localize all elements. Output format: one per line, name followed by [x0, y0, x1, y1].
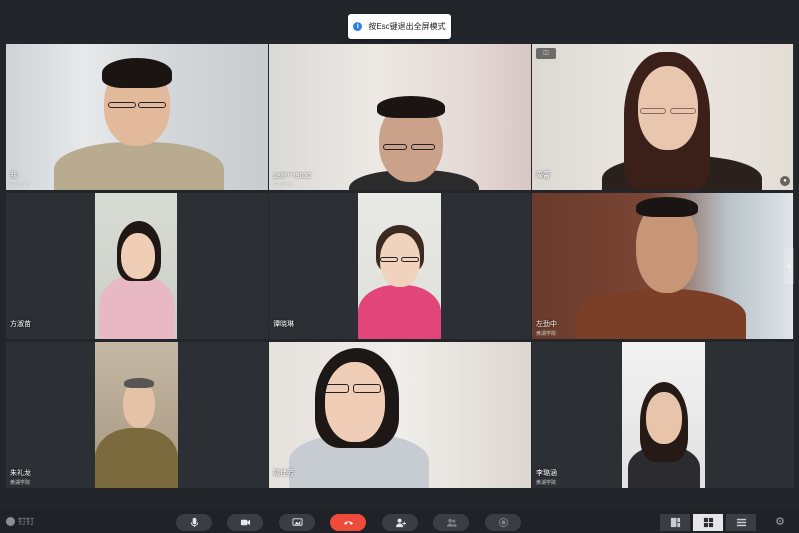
hang-up-button[interactable] [330, 514, 366, 531]
hang-up-icon [343, 521, 353, 525]
participant-name: 周蕾 [536, 172, 550, 179]
participant-name: 朱礼龙 [10, 470, 31, 477]
toast-text: 按Esc键退出全屏模式 [368, 22, 446, 31]
participant-org: 黄湖学院 [536, 331, 557, 337]
participant-tile[interactable]: 谭晓琳 [269, 193, 531, 339]
grid-layout-button[interactable] [693, 514, 723, 531]
video-feed [6, 44, 268, 190]
participant-tile[interactable]: 189****9030 黄湖学院 [269, 44, 531, 190]
video-feed [532, 44, 793, 190]
dingtalk-icon [6, 517, 15, 526]
brand-logo: 钉钉 [6, 516, 34, 527]
participant-org: 黄湖学院 [10, 182, 31, 188]
grid-layout-icon [703, 517, 713, 528]
video-feed [532, 193, 793, 339]
share-screen-button[interactable] [279, 514, 315, 531]
microphone-icon [190, 517, 198, 528]
add-member-button[interactable] [382, 514, 418, 531]
record-icon [498, 517, 508, 528]
speaker-layout-button[interactable] [660, 514, 690, 531]
mute-button[interactable] [176, 514, 212, 531]
speaker-layout-icon [670, 517, 680, 528]
participant-org: 黄湖学院 [536, 480, 557, 486]
participant-name: 方淑苗 [10, 321, 31, 328]
mic-muted-icon: ● [780, 176, 790, 186]
camera-icon [240, 519, 250, 526]
info-icon: i [353, 22, 363, 31]
meeting-toolbar: 钉钉 ⚙ [0, 510, 799, 533]
camera-switch-icon[interactable]: ◫ [536, 48, 556, 59]
screen-share-icon [291, 518, 303, 526]
participant-name: 左劲中 [536, 321, 557, 328]
participant-tile[interactable]: 我 黄湖学院 [6, 44, 268, 190]
participant-name: 胡佳芳 [273, 470, 294, 477]
video-feed [358, 193, 441, 339]
participant-name: 谭晓琳 [273, 321, 294, 328]
record-button[interactable] [485, 514, 521, 531]
participant-name: 李璐涵 [536, 470, 557, 477]
video-feed [95, 342, 178, 488]
participant-tile[interactable]: 朱礼龙 黄湖学院 [6, 342, 268, 488]
participant-org: 黄湖学院 [273, 182, 294, 188]
next-page-arrow[interactable]: › [784, 248, 794, 284]
brand-name: 钉钉 [18, 517, 34, 526]
list-layout-icon [736, 518, 746, 527]
members-icon [446, 518, 457, 527]
members-button[interactable] [433, 514, 469, 531]
video-grid: 我 黄湖学院 189****9030 黄湖学院 ◫ 周蕾 ● 方淑苗 谭晓琳 ›… [6, 44, 794, 488]
participant-tile[interactable]: 胡佳芳 [269, 342, 531, 488]
camera-button[interactable] [227, 514, 263, 531]
video-feed [269, 342, 531, 488]
video-feed [95, 193, 177, 339]
participant-name: 我 [10, 172, 17, 179]
participant-tile[interactable]: › 左劲中 黄湖学院 [532, 193, 794, 339]
video-feed [622, 342, 705, 488]
list-layout-button[interactable] [726, 514, 756, 531]
participant-name: 189****9030 [273, 173, 312, 180]
participant-org: 黄湖学院 [10, 480, 31, 486]
add-member-icon [395, 518, 406, 528]
video-feed [269, 44, 531, 190]
fullscreen-toast: i 按Esc键退出全屏模式 [348, 14, 451, 39]
participant-tile[interactable]: 李璐涵 黄湖学院 [532, 342, 794, 488]
gear-icon[interactable]: ⚙ [775, 515, 785, 528]
participant-tile[interactable]: 方淑苗 [6, 193, 268, 339]
participant-tile[interactable]: ◫ 周蕾 ● [532, 44, 794, 190]
